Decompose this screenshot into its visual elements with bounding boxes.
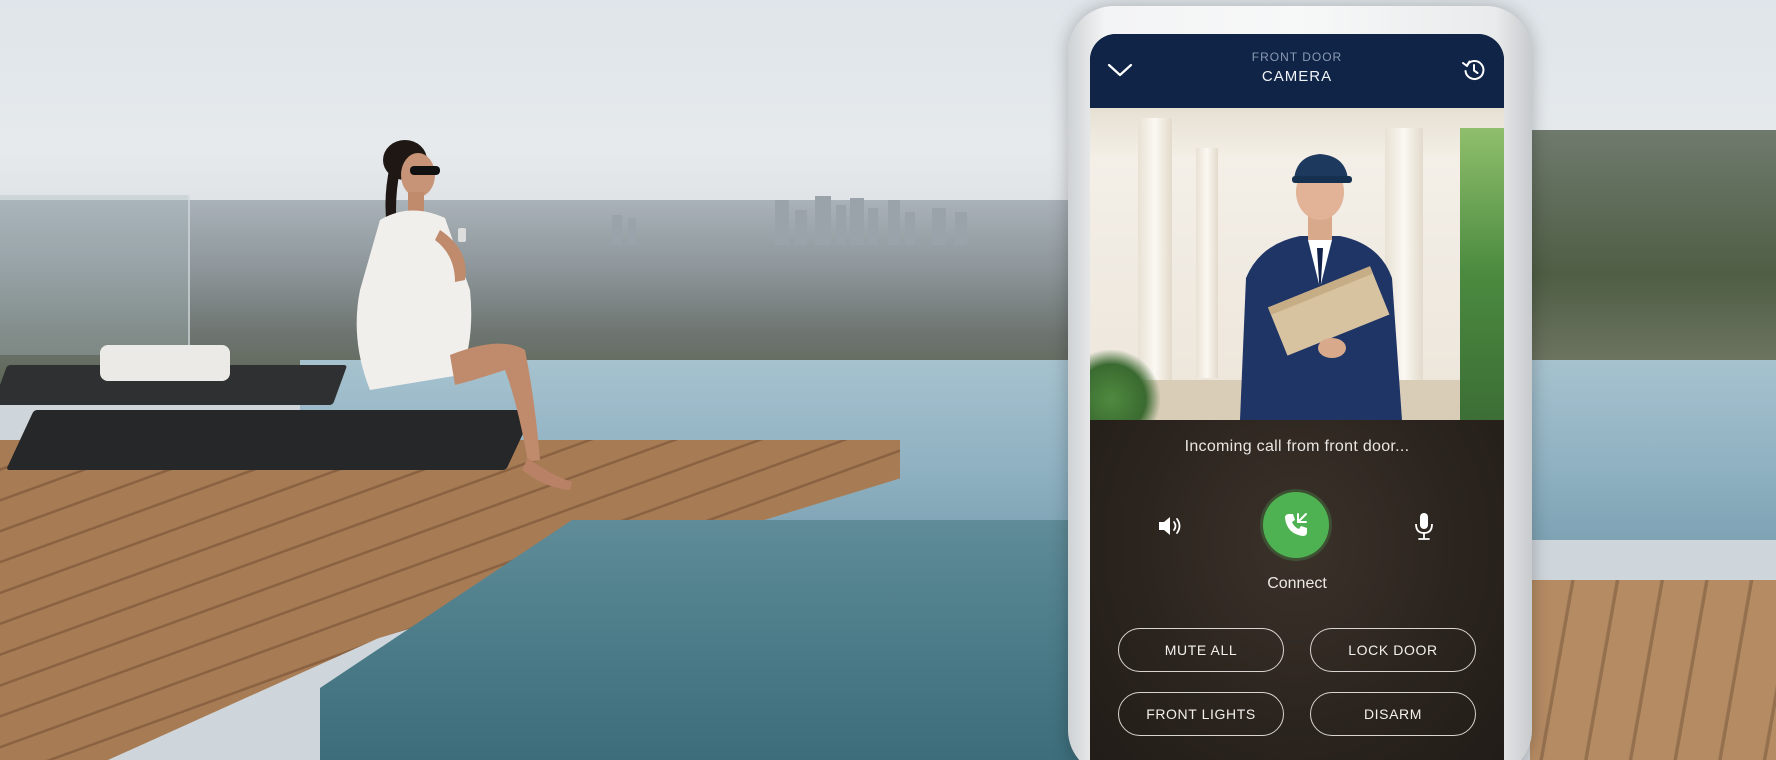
collapse-button[interactable] xyxy=(1102,52,1138,88)
phone-answer-icon xyxy=(1285,513,1307,536)
plants xyxy=(1090,350,1160,420)
phone-screen: FRONT DOOR CAMERA Incoming call from fro… xyxy=(1090,34,1504,760)
plants xyxy=(1460,128,1504,420)
speaker-button[interactable] xyxy=(1148,504,1192,548)
lock-door-button[interactable]: LOCK DOOR xyxy=(1310,628,1476,672)
connect-label: Connect xyxy=(1267,575,1327,592)
woman-with-phone xyxy=(356,140,572,490)
porch-pillar xyxy=(1196,148,1218,378)
history-icon xyxy=(1462,60,1485,80)
header-subtitle: FRONT DOOR xyxy=(1251,50,1343,64)
disarm-button[interactable]: DISARM xyxy=(1310,692,1476,736)
front-lights-button[interactable]: FRONT LIGHTS xyxy=(1118,692,1284,736)
porch-pillar xyxy=(1138,118,1172,388)
microphone-button[interactable] xyxy=(1402,504,1446,548)
microphone-icon xyxy=(1415,513,1433,540)
delivery-person xyxy=(1240,154,1402,420)
chevron-down-icon xyxy=(1107,63,1133,77)
header-title: FRONT DOOR CAMERA xyxy=(1180,50,1414,85)
wooden-deck-right xyxy=(1530,580,1776,760)
connect-button[interactable] xyxy=(1263,492,1329,558)
page-title: CAMERA xyxy=(1261,68,1333,85)
phone-device: FRONT DOOR CAMERA Incoming call from fro… xyxy=(1068,6,1532,760)
speaker-icon xyxy=(1159,517,1181,535)
mute-all-button[interactable]: MUTE ALL xyxy=(1118,628,1284,672)
glass-railing xyxy=(0,195,190,355)
call-panel: Incoming call from front door... Connect… xyxy=(1090,420,1504,760)
history-button[interactable] xyxy=(1456,52,1492,88)
call-status-text: Incoming call from front door... xyxy=(1184,438,1410,455)
app-header: FRONT DOOR CAMERA xyxy=(1090,34,1504,108)
towel xyxy=(100,345,230,381)
camera-feed[interactable] xyxy=(1090,108,1504,420)
